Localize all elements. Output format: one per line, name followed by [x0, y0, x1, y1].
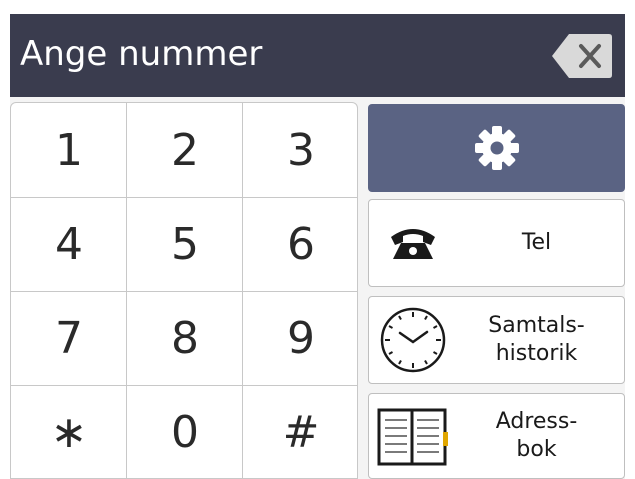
key-8[interactable]: 8 [127, 291, 243, 385]
number-display: Ange nummer [20, 34, 263, 74]
call-history-label: Samtals- historik [488, 313, 585, 366]
key-7[interactable]: 7 [11, 291, 127, 385]
key-9[interactable]: 9 [243, 291, 357, 385]
address-book-button[interactable]: Adress- bok [368, 393, 625, 479]
backspace-button[interactable] [551, 32, 613, 80]
tel-button[interactable]: Tel [368, 199, 625, 287]
key-0[interactable]: 0 [127, 385, 243, 478]
key-2[interactable]: 2 [127, 103, 243, 197]
key-5[interactable]: 5 [127, 197, 243, 291]
settings-button[interactable] [368, 104, 625, 192]
dial-keypad: 1 2 3 4 5 6 7 8 9 ∗ 0 # [10, 102, 358, 479]
key-1[interactable]: 1 [11, 103, 127, 197]
number-display-bar: Ange nummer [10, 14, 625, 97]
gear-icon [474, 126, 519, 170]
address-book-icon [377, 402, 449, 472]
tel-label: Tel [521, 230, 552, 255]
telephone-icon [377, 208, 449, 278]
key-4[interactable]: 4 [11, 197, 127, 291]
backspace-x-icon [552, 34, 612, 78]
call-history-button[interactable]: Samtals- historik [368, 296, 625, 384]
key-3[interactable]: 3 [243, 103, 357, 197]
key-hash[interactable]: # [243, 385, 357, 478]
key-star[interactable]: ∗ [11, 385, 127, 478]
key-6[interactable]: 6 [243, 197, 357, 291]
clock-icon [377, 305, 449, 375]
phone-dial-screen: Ange nummer 1 2 3 4 5 6 7 8 9 ∗ 0 # Tel … [10, 14, 625, 479]
address-book-label: Adress- bok [495, 409, 578, 462]
